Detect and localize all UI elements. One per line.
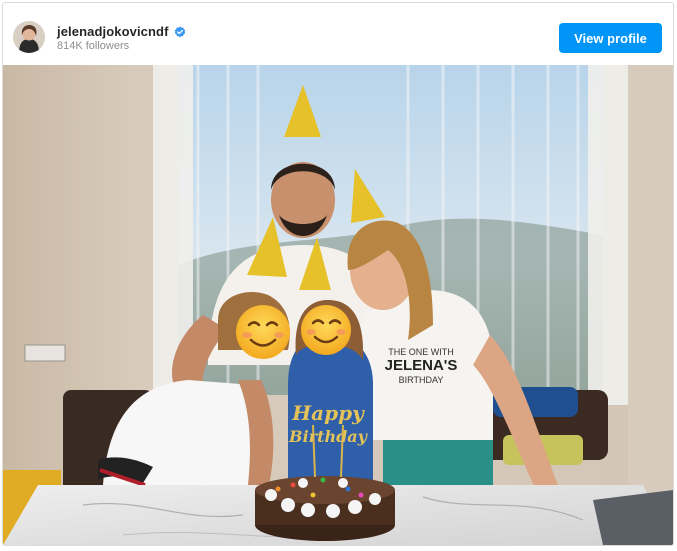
emoji-face-boy [236, 305, 290, 359]
username-row: jelenadjokovicndf [57, 23, 186, 39]
instagram-embed: jelenadjokovicndf 814K followers View pr… [2, 2, 674, 546]
username-link[interactable]: jelenadjokovicndf [57, 24, 169, 39]
family-birthday-photo: THE ONE WITH JELENA'S BIRTHDAY Happy Bir… [3, 65, 673, 545]
follower-count: 814K followers [57, 40, 130, 52]
birthday-cake [255, 476, 395, 541]
avatar-image [13, 21, 45, 53]
svg-text:Birthday: Birthday [288, 427, 369, 446]
shirt-text: THE ONE WITH [388, 347, 454, 357]
post-header: jelenadjokovicndf 814K followers View pr… [3, 3, 673, 63]
profile-avatar[interactable] [13, 21, 45, 53]
post-photo[interactable]: THE ONE WITH JELENA'S BIRTHDAY Happy Bir… [3, 65, 673, 545]
shirt-text-name: JELENA'S [385, 357, 458, 374]
view-profile-button[interactable]: View profile [559, 23, 662, 53]
emoji-face-girl [301, 305, 351, 355]
shirt-text-bottom: BIRTHDAY [399, 375, 444, 385]
cake-topper-text: Happy [291, 401, 365, 425]
verified-badge-icon [174, 25, 186, 38]
